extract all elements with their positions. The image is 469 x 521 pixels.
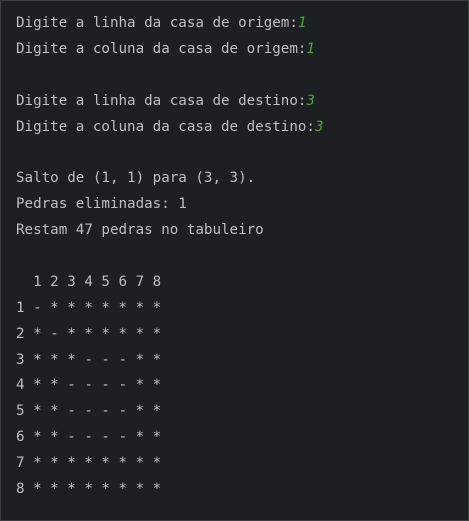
console-line-prompt: Digite a coluna da casa de destino:3	[16, 115, 324, 141]
console-line-prompt: Digite a linha da casa de origem:1	[16, 11, 324, 37]
board-row: 2 * - * * * * * *	[16, 322, 324, 348]
user-input-value: 1	[297, 15, 307, 31]
user-input-value: 3	[306, 92, 315, 109]
board-text: 8 * * * * * * * *	[16, 481, 162, 498]
board-text: 4 * * - - - - * *	[16, 377, 162, 394]
console-lines: Digite a linha da casa de origem:1 Digit…	[16, 11, 324, 503]
board-row: 5 * * - - - - * *	[16, 399, 324, 425]
board-row: 6 * * - - - - * *	[16, 425, 324, 451]
board-row: 8 * * * * * * * *	[16, 477, 324, 503]
output-text: Salto de (1, 1) para (3, 3).	[16, 170, 256, 187]
prompt-text: Digite a linha da casa de origem:	[16, 15, 298, 31]
console-line-prompt: Digite a linha da casa de destino:3	[16, 89, 324, 115]
user-input-value: 3	[314, 118, 324, 135]
board-row: 3 * * * - - - * *	[16, 348, 324, 374]
console-line-blank	[16, 63, 324, 89]
output-text: Restam 47 pedras no tabuleiro	[16, 222, 264, 239]
console-line-jump-message: Salto de (1, 1) para (3, 3).	[16, 166, 324, 192]
board-column-header: 1 2 3 4 5 6 7 8	[16, 270, 324, 296]
board-text: 5 * * - - - - * *	[16, 403, 162, 420]
console-line-prompt: Digite a coluna da casa de origem:1	[16, 37, 324, 63]
prompt-text: Digite a linha da casa de destino:	[16, 92, 307, 109]
console-line-eliminated-count: Pedras eliminadas: 1	[16, 192, 324, 218]
board-text: 2 * - * * * * * *	[16, 325, 162, 342]
prompt-text: Digite a coluna da casa de destino:	[16, 118, 315, 135]
console-line-remaining-count: Restam 47 pedras no tabuleiro	[16, 218, 324, 244]
board-text: 1 - * * * * * * *	[16, 299, 162, 316]
user-input-value: 1	[306, 40, 315, 57]
output-text: Pedras eliminadas: 1	[16, 196, 187, 213]
board-text: 6 * * - - - - * *	[16, 429, 162, 446]
board-text: 7 * * * * * * * *	[16, 455, 162, 472]
board-row: 4 * * - - - - * *	[16, 373, 324, 399]
console-output-panel[interactable]: Digite a linha da casa de origem:1 Digit…	[0, 0, 469, 521]
board-text: 3 * * * - - - * *	[16, 351, 162, 368]
console-line-blank	[16, 140, 324, 166]
board-row: 1 - * * * * * * *	[16, 296, 324, 322]
prompt-text: Digite a coluna da casa de origem:	[16, 40, 307, 57]
console-line-blank	[16, 244, 324, 270]
board-row: 7 * * * * * * * *	[16, 451, 324, 477]
board-text: 1 2 3 4 5 6 7 8	[16, 273, 162, 290]
